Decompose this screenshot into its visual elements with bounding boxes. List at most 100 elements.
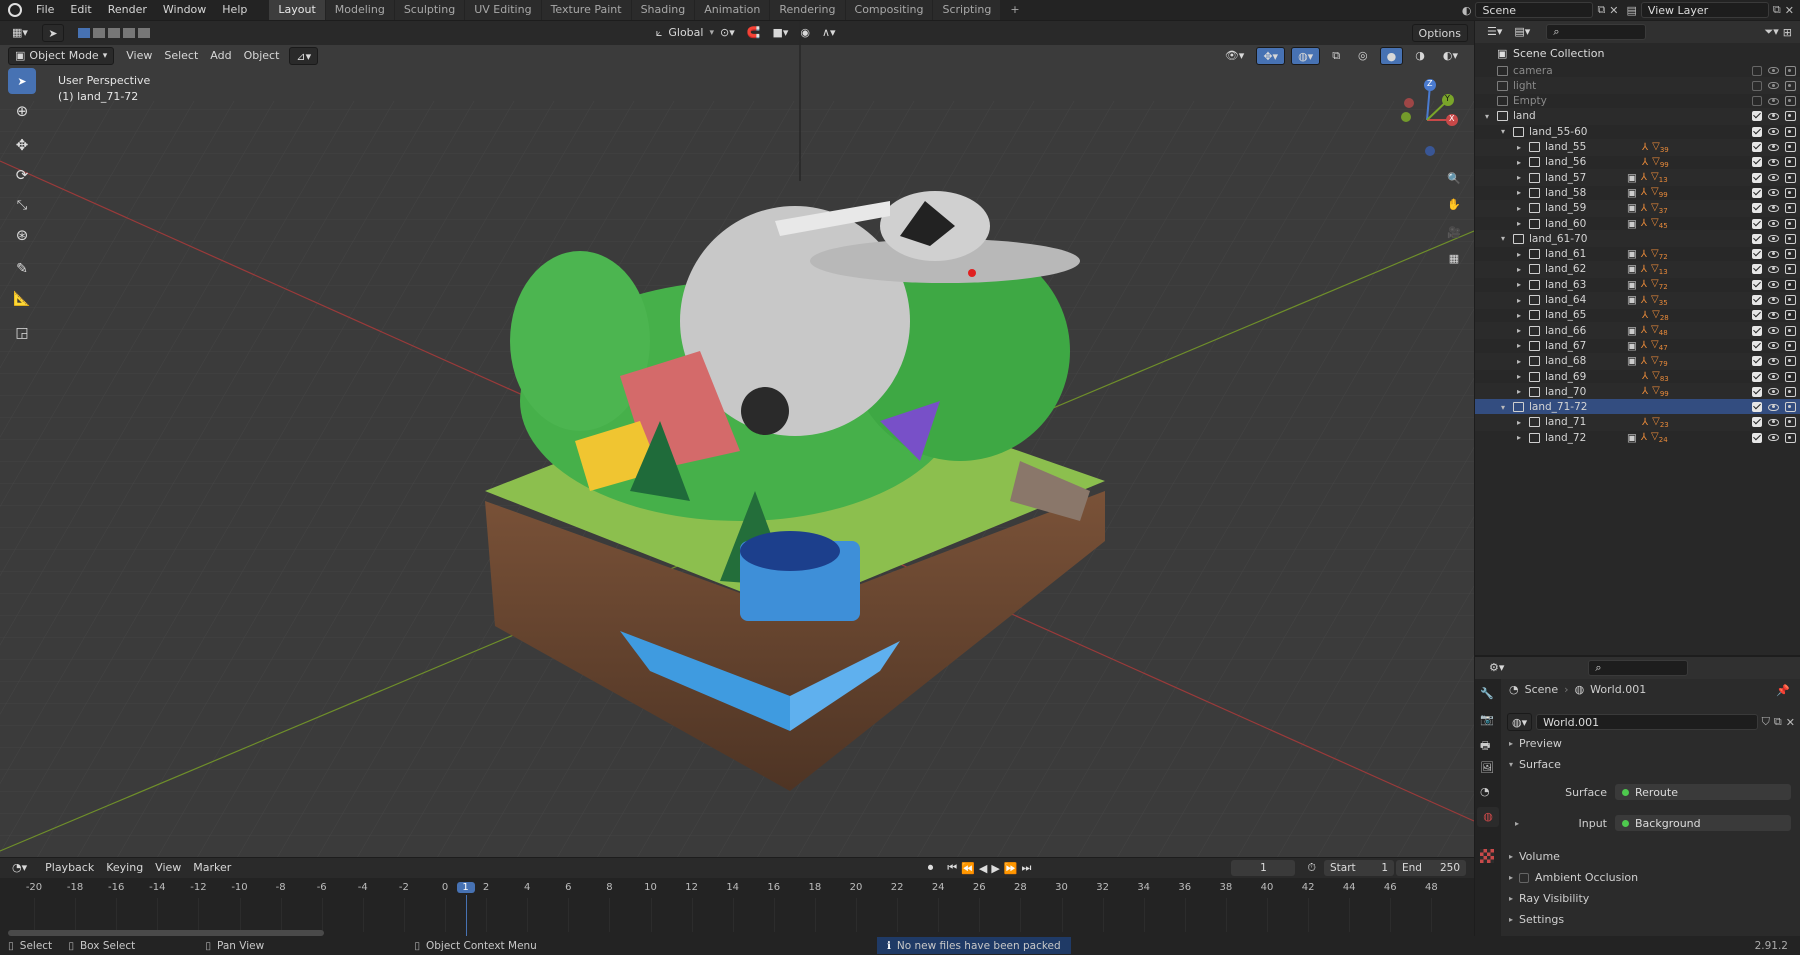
menu-edit[interactable]: Edit: [62, 0, 99, 20]
material-shading-icon[interactable]: ◑: [1409, 47, 1431, 65]
expanded-chevron-icon[interactable]: ▾: [1501, 234, 1505, 243]
exclude-checkbox[interactable]: [1752, 157, 1762, 168]
falloff-icon[interactable]: ∧▾: [816, 24, 842, 42]
viewport-menu-select[interactable]: Select: [158, 47, 204, 65]
render-camera-icon[interactable]: [1785, 65, 1796, 76]
render-camera-icon[interactable]: [1785, 111, 1796, 122]
render-camera-icon[interactable]: [1785, 264, 1796, 275]
mode-dropdown[interactable]: ▣ Object Mode ▾: [8, 47, 115, 65]
measure-tool[interactable]: 📐: [8, 286, 36, 312]
scene-tab-icon[interactable]: ◔: [1480, 785, 1490, 798]
collapsed-chevron-icon[interactable]: ▸: [1517, 372, 1521, 381]
transform-tool[interactable]: ⊛: [8, 222, 36, 248]
collapsed-chevron-icon[interactable]: ▸: [1517, 311, 1521, 320]
pivot-point-icon[interactable]: ⊙▾: [714, 24, 741, 42]
exclude-checkbox[interactable]: [1752, 233, 1762, 244]
properties-editor-type-icon[interactable]: ⚙▾: [1483, 659, 1510, 677]
exclude-checkbox[interactable]: [1752, 80, 1762, 91]
collapsed-chevron-icon[interactable]: ▸: [1517, 204, 1521, 213]
exclude-checkbox[interactable]: [1752, 371, 1762, 382]
transform-affect-button[interactable]: ⊿▾: [289, 47, 319, 65]
collapsed-chevron-icon[interactable]: ▸: [1517, 387, 1521, 396]
rendered-shading-icon[interactable]: ◐▾: [1437, 47, 1464, 65]
surface-panel-header[interactable]: ▾ Surface: [1509, 758, 1561, 771]
object-visibility-icon[interactable]: 👁▾: [1219, 47, 1251, 65]
collapsed-chevron-icon[interactable]: ▸: [1517, 296, 1521, 305]
collapsed-chevron-icon[interactable]: ▸: [1517, 158, 1521, 167]
exclude-checkbox[interactable]: [1752, 111, 1762, 122]
scene-icon[interactable]: ◐: [1462, 4, 1472, 17]
exclude-checkbox[interactable]: [1752, 356, 1762, 367]
eye-icon[interactable]: [1768, 311, 1779, 319]
eye-icon[interactable]: [1768, 281, 1779, 289]
render-camera-icon[interactable]: [1785, 233, 1796, 244]
eye-icon[interactable]: [1768, 97, 1779, 105]
pin-icon[interactable]: 📌: [1776, 684, 1790, 697]
eye-icon[interactable]: [1768, 357, 1779, 365]
selection-mode-icons[interactable]: [77, 28, 150, 38]
solid-shading-icon[interactable]: ●: [1379, 47, 1404, 65]
exclude-checkbox[interactable]: [1752, 340, 1762, 351]
editor-type-button[interactable]: ▦▾: [6, 24, 34, 42]
viewport-menu-object[interactable]: Object: [238, 47, 286, 65]
render-camera-icon[interactable]: [1785, 126, 1796, 137]
exclude-checkbox[interactable]: [1752, 310, 1762, 321]
collapsed-chevron-icon[interactable]: ▸: [1517, 173, 1521, 182]
render-camera-icon[interactable]: [1785, 279, 1796, 290]
wireframe-shading-icon[interactable]: ◎: [1352, 47, 1374, 65]
exclude-checkbox[interactable]: [1752, 65, 1762, 76]
eye-icon[interactable]: [1768, 112, 1779, 120]
gizmo-toggle-icon[interactable]: ✥▾: [1256, 47, 1286, 65]
render-camera-icon[interactable]: [1785, 295, 1796, 305]
eye-icon[interactable]: [1768, 158, 1779, 166]
settings-panel-header[interactable]: ▸ Settings: [1509, 913, 1564, 926]
delete-scene-icon[interactable]: ✕: [1609, 4, 1618, 17]
render-camera-icon[interactable]: [1785, 249, 1796, 260]
eye-icon[interactable]: [1768, 204, 1779, 212]
ambient-occlusion-checkbox[interactable]: [1519, 872, 1530, 883]
output-tab-icon[interactable]: 🖶: [1480, 737, 1490, 756]
eye-icon[interactable]: [1768, 434, 1779, 442]
scale-tool[interactable]: ⤡: [8, 192, 36, 218]
view-layer-icon[interactable]: ▤: [1627, 4, 1637, 17]
collapsed-chevron-icon[interactable]: ▸: [1517, 433, 1521, 442]
options-dropdown[interactable]: Options: [1411, 24, 1468, 42]
orientation-icon[interactable]: ⟀: [656, 26, 663, 40]
view-layer-tab-icon[interactable]: 🖼: [1480, 761, 1494, 774]
rotate-tool[interactable]: ⟳: [8, 162, 36, 188]
collapsed-chevron-icon[interactable]: ▸: [1517, 250, 1521, 259]
exclude-checkbox[interactable]: [1752, 325, 1762, 336]
menu-render[interactable]: Render: [100, 0, 155, 20]
view-layer-selector[interactable]: View Layer: [1640, 2, 1769, 18]
viewport-menu-view[interactable]: View: [120, 47, 158, 65]
add-workspace-button[interactable]: +: [1001, 0, 1029, 20]
workspace-tab-animation[interactable]: Animation: [695, 0, 770, 20]
viewport-menu-add[interactable]: Add: [204, 47, 237, 65]
display-mode-icon[interactable]: ▤▾: [1508, 23, 1536, 41]
ortho-toggle-grid-icon[interactable]: ▦: [1443, 247, 1465, 269]
eye-icon[interactable]: [1768, 373, 1779, 380]
eye-icon[interactable]: [1768, 418, 1779, 426]
eye-icon[interactable]: [1768, 143, 1779, 151]
ray-visibility-panel-header[interactable]: ▸ Ray Visibility: [1509, 892, 1589, 905]
scene-collection-row[interactable]: ▣ Scene Collection: [1475, 45, 1800, 62]
3d-viewport[interactable]: ▦▾ ➤ ⟀ Global ▾ ⊙▾ 🧲 ■▾ ◉ ∧▾ Options ▣ O…: [0, 21, 1474, 857]
unlink-world-icon[interactable]: ✕: [1786, 716, 1795, 729]
new-view-layer-icon[interactable]: ⧉: [1773, 3, 1781, 17]
input-node-field[interactable]: Background: [1615, 815, 1791, 831]
expanded-chevron-icon[interactable]: ▾: [1485, 112, 1489, 121]
eye-icon[interactable]: [1768, 67, 1779, 74]
texture-tab-icon[interactable]: [1480, 849, 1494, 863]
expanded-chevron-icon[interactable]: ▾: [1501, 403, 1505, 412]
render-camera-icon[interactable]: [1785, 356, 1796, 367]
eye-icon[interactable]: [1768, 235, 1779, 243]
workspace-tab-modeling[interactable]: Modeling: [325, 0, 394, 20]
render-camera-icon[interactable]: [1785, 172, 1796, 183]
render-camera-icon[interactable]: [1785, 325, 1796, 336]
exclude-checkbox[interactable]: [1752, 172, 1762, 183]
world-name-field[interactable]: World.001: [1536, 714, 1758, 730]
workspace-tab-sculpting[interactable]: Sculpting: [394, 0, 465, 20]
fake-user-shield-icon[interactable]: ⛉: [1762, 715, 1770, 729]
xray-toggle-icon[interactable]: ⧉: [1326, 47, 1346, 65]
scene-selector[interactable]: Scene: [1475, 2, 1594, 18]
